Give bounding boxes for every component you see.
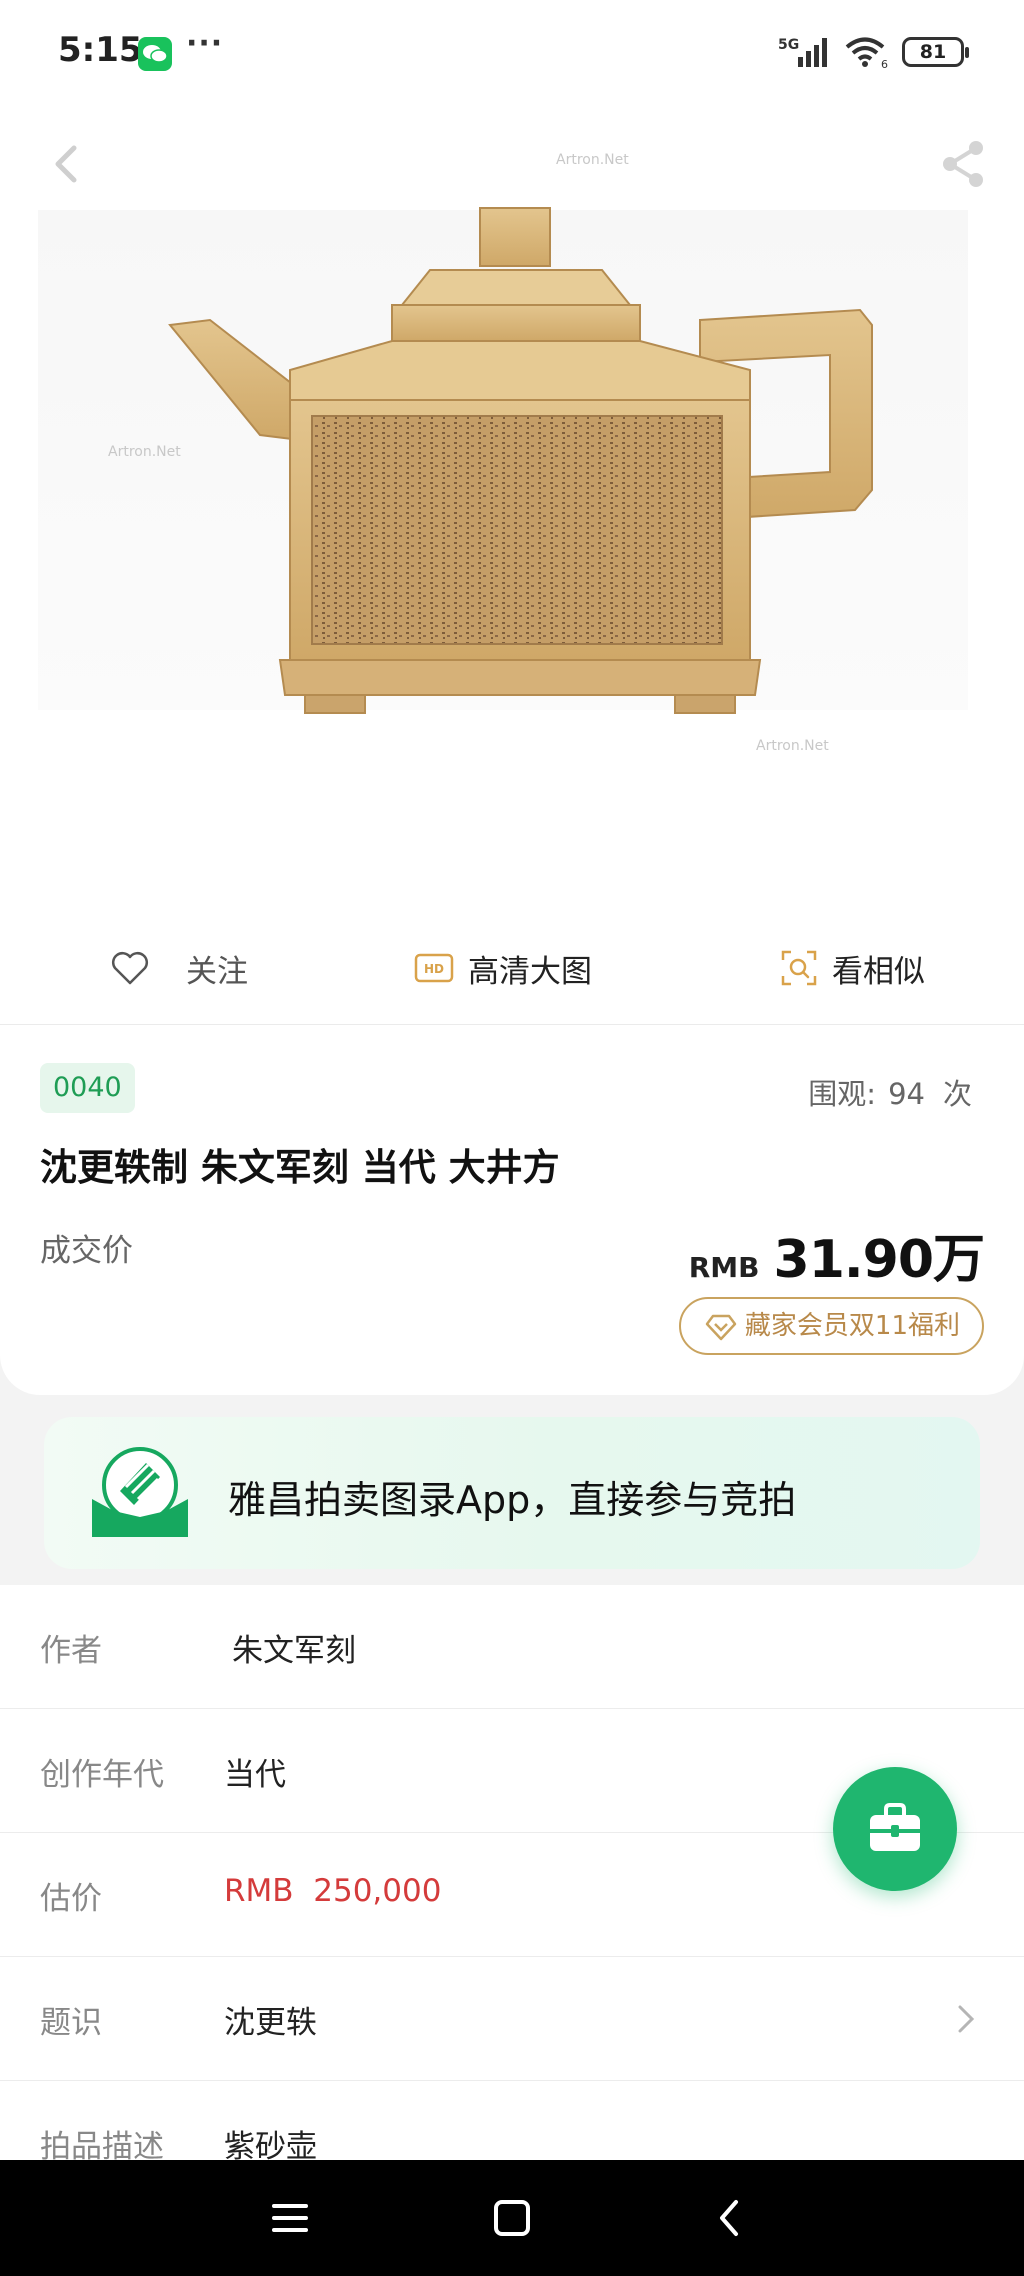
image-watermark: Artron.Net bbox=[756, 738, 829, 754]
heart-icon bbox=[112, 952, 148, 985]
views-count: 94 bbox=[888, 1077, 925, 1111]
briefcase-fab[interactable] bbox=[833, 1767, 957, 1891]
detail-label: 估价 bbox=[40, 1881, 102, 1917]
back-nav-icon[interactable] bbox=[708, 2196, 752, 2240]
detail-value: 沈更轶 bbox=[224, 2005, 317, 2041]
hd-image-button[interactable]: HD 高清大图 bbox=[414, 944, 592, 992]
menu-icon[interactable] bbox=[268, 2196, 312, 2240]
lot-info-card: 0040 围观: 94 次 沈更轶制 朱文军刻 当代 大井方 成交价 RMB 31.… bbox=[0, 1025, 1024, 1395]
detail-row-inscription[interactable]: 题识 沈更轶 bbox=[0, 1957, 1024, 2081]
status-indicators: 5G 6 81 bbox=[778, 32, 969, 72]
chevron-right-icon bbox=[958, 2005, 975, 2033]
image-watermark: Artron.Net bbox=[556, 152, 629, 168]
wifi-icon: 6 bbox=[845, 37, 888, 69]
member-promo-label: 藏家会员双11福利 bbox=[744, 1311, 960, 1341]
price-label: 成交价 bbox=[40, 1233, 133, 1269]
teapot-image bbox=[168, 207, 873, 714]
lot-title: 沈更轶制 朱文军刻 当代 大井方 bbox=[40, 1146, 560, 1189]
share-icon[interactable] bbox=[934, 134, 994, 194]
artron-app-logo bbox=[92, 1447, 188, 1537]
action-bar: 关注 HD 高清大图 看相似 bbox=[0, 910, 1024, 1025]
hd-icon: HD bbox=[414, 953, 454, 983]
detail-label: 题识 bbox=[40, 2005, 102, 2041]
battery-indicator: 81 bbox=[902, 37, 969, 67]
system-nav-bar bbox=[0, 2160, 1024, 2276]
detail-row-author: 作者 朱文军刻 bbox=[0, 1585, 1024, 1709]
image-watermark: Artron.Net bbox=[108, 444, 181, 460]
signal-icon: 5G bbox=[778, 37, 827, 67]
follow-button[interactable]: 关注 bbox=[110, 944, 248, 992]
views-label: 围观: bbox=[808, 1077, 877, 1111]
detail-label: 作者 bbox=[40, 1633, 102, 1669]
app-promo-text: 雅昌拍卖图录App，直接参与竞拍 bbox=[228, 1478, 797, 1522]
briefcase-icon bbox=[870, 1803, 920, 1851]
more-notifications-icon: ··· bbox=[186, 26, 224, 61]
views-unit: 次 bbox=[942, 1077, 972, 1111]
status-bar: 5:15 ··· 5G 6 81 bbox=[0, 0, 1024, 110]
price-amount: 31.90万 bbox=[773, 1230, 985, 1290]
detail-label: 创作年代 bbox=[40, 1757, 164, 1793]
estimate-value: RMB 250,000 bbox=[224, 1873, 442, 1909]
app-promo-banner[interactable]: 雅昌拍卖图录App，直接参与竞拍 bbox=[44, 1417, 980, 1569]
status-time: 5:15 bbox=[58, 30, 143, 70]
hd-label: 高清大图 bbox=[468, 953, 592, 990]
lot-number-badge: 0040 bbox=[40, 1063, 135, 1113]
image-search-icon bbox=[781, 950, 817, 986]
view-count: 围观: 94 次 bbox=[808, 1071, 972, 1113]
lot-image-carousel[interactable]: Artron.Net Artron.Net Artron.Net bbox=[0, 110, 1024, 910]
diamond-icon bbox=[705, 1314, 737, 1341]
home-icon[interactable] bbox=[490, 2196, 534, 2240]
follow-label: 关注 bbox=[186, 953, 248, 990]
svg-text:HD: HD bbox=[424, 962, 444, 976]
svg-text:5G: 5G bbox=[778, 37, 799, 53]
detail-value: 朱文军刻 bbox=[232, 1633, 356, 1669]
back-icon[interactable] bbox=[40, 134, 100, 194]
hammer-price: RMB 31.90万 bbox=[688, 1217, 985, 1292]
svg-text:6: 6 bbox=[881, 58, 888, 69]
wechat-icon bbox=[138, 37, 172, 71]
detail-value: 当代 bbox=[224, 1757, 286, 1793]
price-currency: RMB bbox=[688, 1251, 760, 1284]
member-promo-button[interactable]: 藏家会员双11福利 bbox=[678, 1297, 984, 1355]
similar-label: 看相似 bbox=[832, 953, 925, 990]
similar-button[interactable]: 看相似 bbox=[780, 944, 925, 992]
